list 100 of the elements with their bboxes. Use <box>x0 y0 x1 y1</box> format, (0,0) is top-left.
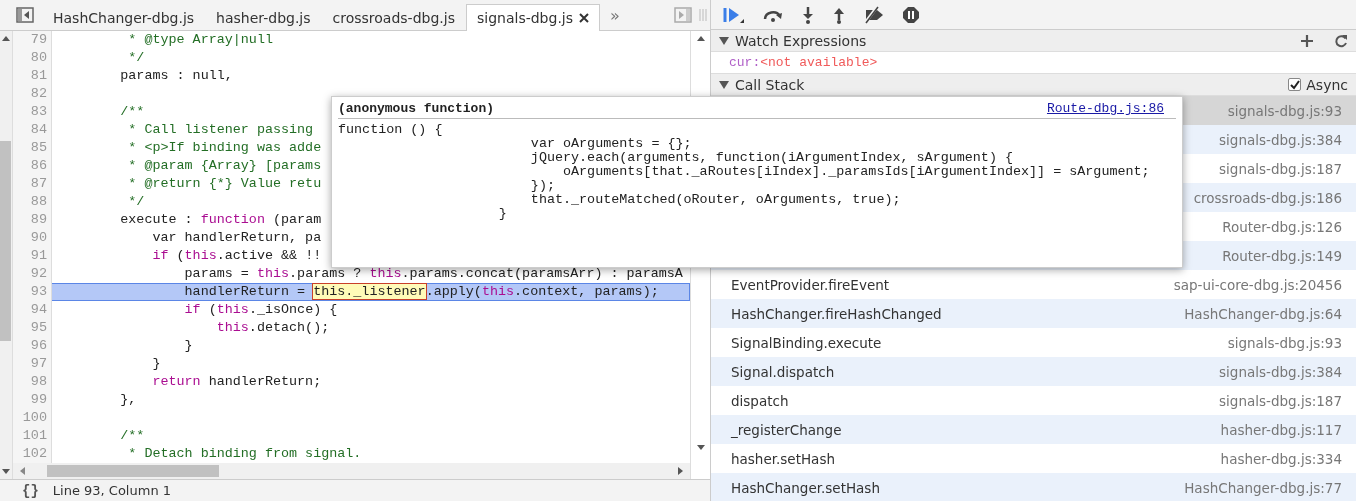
source-location: signals-dbg.js:93 <box>1227 334 1342 351</box>
code-line: params = this.params ? this.params.concat(paramsArr) : paramsA <box>183 265 683 283</box>
scroll-right-icon[interactable] <box>676 467 684 475</box>
code-line: if (this.active && !! <box>151 247 322 265</box>
line-number: 79 <box>13 31 52 49</box>
source-location: signals-dbg.js:384 <box>1219 131 1342 148</box>
source-location: HashChanger-dbg.js:64 <box>1184 305 1342 322</box>
code-line: var handlerReturn, pa <box>151 229 322 247</box>
async-label: Async <box>1306 76 1348 93</box>
call-frame[interactable]: _registerChange hasher-dbg.js:117 <box>711 415 1356 444</box>
line-number: 87 <box>13 175 52 193</box>
source-location: signals-dbg.js:187 <box>1219 392 1342 409</box>
code-line: if (this._isOnce) { <box>183 301 338 319</box>
call-frame[interactable]: HashChanger.fireHashChanged HashChanger-dbg.js:64 <box>711 299 1356 328</box>
function-name: dispatch <box>731 392 789 409</box>
file-tab[interactable]: crossroads-dbg.js <box>321 4 466 31</box>
cursor-position: Line 93, Column 1 <box>52 483 172 498</box>
code-line: handlerReturn = this._listener.apply(this.context, params); <box>183 283 659 301</box>
source-location: hasher-dbg.js:334 <box>1220 450 1342 467</box>
scrollbar-thumb[interactable] <box>0 141 11 341</box>
code-line: */ <box>127 193 145 211</box>
section-header[interactable]: Call Stack Async <box>711 74 1356 96</box>
source-location: signals-dbg.js:384 <box>1219 363 1342 380</box>
code-line: this.detach(); <box>215 319 330 337</box>
disclosure-triangle-icon[interactable] <box>719 35 729 46</box>
line-number: 93 <box>13 283 52 301</box>
line-number: 99 <box>13 391 52 409</box>
call-frame[interactable]: HashChanger.setHash HashChanger-dbg.js:77 <box>711 473 1356 501</box>
function-name: SignalBinding.execute <box>731 334 882 351</box>
line-number: 91 <box>13 247 52 265</box>
line-number: 94 <box>13 301 52 319</box>
pretty-print-button[interactable]: {} <box>22 482 39 499</box>
scrollbar-thumb[interactable] <box>47 465 219 477</box>
line-number: 83 <box>13 103 52 121</box>
section-title: Call Stack <box>735 76 806 93</box>
code-line: * Detach binding from signal. <box>127 445 362 463</box>
scroll-down-icon[interactable] <box>696 443 705 451</box>
async-checkbox[interactable] <box>1288 78 1302 91</box>
panel-toggle-icon[interactable] <box>674 7 692 23</box>
function-name: EventProvider.fireEvent <box>731 276 890 293</box>
code-line: return handlerReturn; <box>151 373 322 391</box>
close-icon[interactable] <box>579 13 590 23</box>
code-line: params : null, <box>119 67 233 85</box>
disclosure-triangle-icon[interactable] <box>719 79 729 90</box>
function-source: function () { var oArguments = {}; jQuery.each(arguments, function(iArgumentIndex, sArgument) { oArguments[that._aRoutes[iIndex]._paramsIds[iArgumentIndex]] = sArgument; }); that._routeMatched(oRouter, oArguments, true); } <box>338 123 1151 221</box>
scroll-left-icon[interactable] <box>19 467 27 475</box>
resume-icon[interactable] <box>723 5 745 24</box>
line-number: 89 <box>13 211 52 229</box>
scroll-down-icon[interactable] <box>2 467 10 475</box>
deactivate-breakpoints-icon[interactable] <box>863 5 885 24</box>
code-line: * @type Array|null <box>127 31 273 49</box>
code-line: /** <box>119 427 145 445</box>
code-line: /** <box>119 103 145 121</box>
line-number: 96 <box>13 337 52 355</box>
scroll-up-icon[interactable] <box>696 35 705 43</box>
code-line: } <box>183 337 193 355</box>
code-line: }, <box>119 391 137 409</box>
line-number: 97 <box>13 355 52 373</box>
line-number: 98 <box>13 373 52 391</box>
line-number: 88 <box>13 193 52 211</box>
line-number: 92 <box>13 265 52 283</box>
code-line: * <p>If binding was adde <box>127 139 322 157</box>
call-frame[interactable]: Signal.dispatch signals-dbg.js:384 <box>711 357 1356 386</box>
sidebar-toggle-icon[interactable] <box>16 7 34 23</box>
file-tab[interactable]: HashChanger-dbg.js <box>42 4 206 31</box>
source-location: signals-dbg.js:187 <box>1219 160 1342 177</box>
line-number: 86 <box>13 157 52 175</box>
code-line: * @return {*} Value retu <box>127 175 322 193</box>
pause-on-exceptions-icon[interactable] <box>902 5 920 24</box>
source-location: hasher-dbg.js:117 <box>1220 421 1342 438</box>
source-location: sap-ui-core-dbg.js:20456 <box>1173 276 1342 293</box>
source-location: Router-dbg.js:149 <box>1222 247 1342 264</box>
function-name: HashChanger.setHash <box>731 479 880 496</box>
code-line: * Call listener passing <box>127 121 314 139</box>
source-location: Router-dbg.js:126 <box>1222 218 1342 235</box>
function-name: _registerChange <box>731 421 842 438</box>
code-line: } <box>151 355 161 373</box>
line-number: 84 <box>13 121 52 139</box>
line-number: 81 <box>13 67 52 85</box>
source-location: signals-dbg.js:93 <box>1227 102 1342 119</box>
step-into-icon[interactable] <box>801 5 815 24</box>
section-header[interactable]: Watch Expressions <box>711 30 1356 52</box>
file-tab[interactable]: signals-dbg.js <box>465 4 601 31</box>
source-location: HashChanger-dbg.js:77 <box>1184 479 1342 496</box>
line-number: 95 <box>13 319 52 337</box>
code-line: execute : function (param <box>119 211 322 229</box>
source-link[interactable]: Route-dbg.js:86 <box>1046 101 1164 116</box>
add-icon[interactable] <box>1300 33 1314 48</box>
line-number: 100 <box>13 409 52 427</box>
refresh-icon[interactable] <box>1334 33 1348 48</box>
scroll-up-icon[interactable] <box>2 35 10 43</box>
line-number: 101 <box>13 427 52 445</box>
line-number: 102 <box>13 445 52 463</box>
line-number: 80 <box>13 49 52 67</box>
section-title: Watch Expressions <box>735 32 868 49</box>
file-tab[interactable]: hasher-dbg.js <box>205 4 322 31</box>
function-name: hasher.setHash <box>731 450 835 467</box>
popover-title: (anonymous function) <box>338 101 495 116</box>
function-name: Signal.dispatch <box>731 363 835 380</box>
more-tabs-button[interactable]: » <box>600 5 630 25</box>
